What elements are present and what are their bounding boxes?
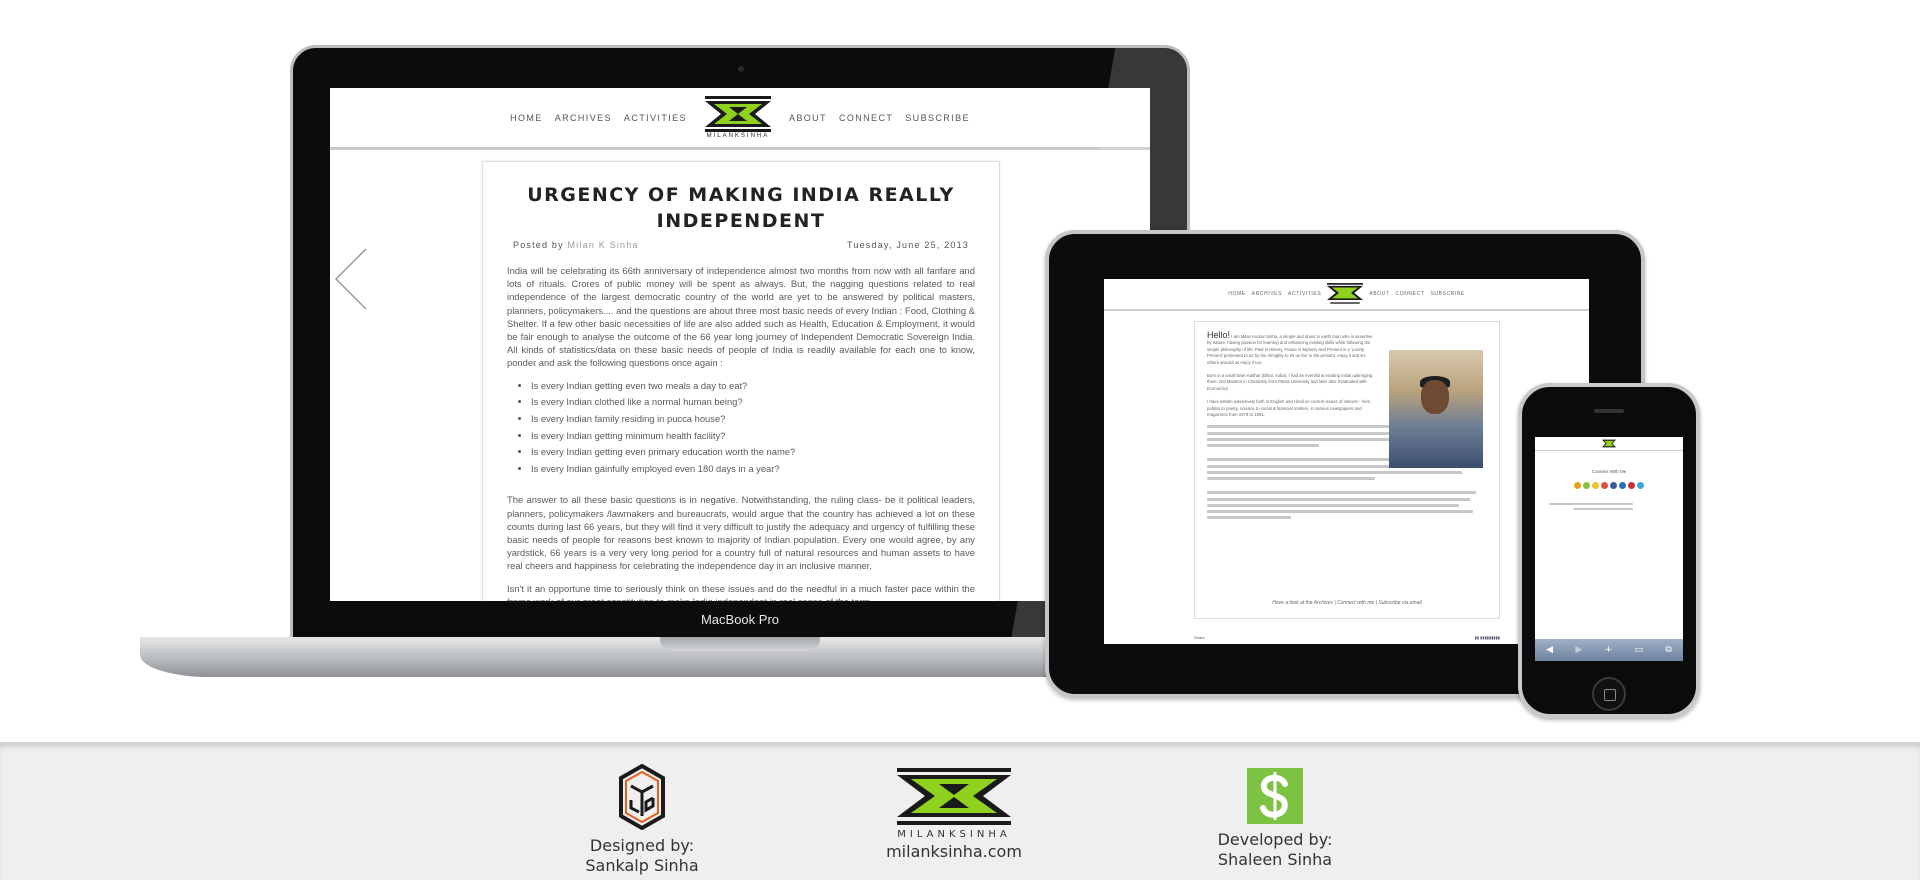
browser-toolbar: ◀ ▶ + ▭ ⧉ [1535,639,1683,661]
photo-face [1421,380,1449,414]
laptop-camera [738,66,744,72]
tablet-screen: HOME ARCHIVES ACTIVITIES ABOUT CONNECT S… [1104,279,1589,644]
social-icon[interactable] [1601,482,1608,489]
profile-photo [1389,350,1483,468]
question-item: Is every Indian family residing in pucca… [531,412,975,425]
phone-speaker [1594,409,1624,413]
cube-logo-icon [619,764,665,830]
social-icon[interactable] [1610,482,1617,489]
tablet-nav-subscribe[interactable]: SUBSCRIBE [1430,291,1464,297]
milanksinha-logo-icon [704,96,771,132]
site-navigation: HOME ARCHIVES ACTIVITIES MILANKSINHA ABO… [330,88,1150,150]
tabs-icon[interactable]: ⧉ [1665,645,1671,655]
question-item: Is every Indian getting even two meals a… [531,379,975,392]
phone-navigation [1535,437,1683,451]
social-icons [1535,482,1683,489]
post-date: Tuesday, June 25, 2013 [847,240,969,250]
post-paragraph-3: Isn't it an opportune time to seriously … [507,582,975,601]
post-title: URGENCY OF MAKING INDIA REALLY INDEPENDE… [527,184,955,232]
phone-frame: Connect With Me ◀ ▶ + ▭ ⧉ [1518,383,1700,718]
question-item: Is every Indian getting minimum health f… [531,429,975,442]
question-list: Is every Indian getting even two meals a… [531,379,975,476]
logo-wordmark: MILANKSINHA [706,133,770,139]
post-meta: Posted by Milan K Sinha Tuesday, June 25… [513,240,969,250]
developer-name: Shaleen Sinha [1217,850,1333,869]
post-paragraph-1: India will be celebrating its 66th anniv… [507,265,975,369]
about-footer-links[interactable]: Have a look at the Archives | Connect wi… [1195,600,1499,606]
tablet-nav-about[interactable]: ABOUT [1369,291,1389,297]
post-author-link[interactable]: Milan K Sinha [568,240,639,250]
designer-name: Sankalp Sinha [585,856,699,875]
phone-screen: Connect With Me ◀ ▶ + ▭ ⧉ [1535,437,1683,661]
post-paragraph-2: The answer to all these basic questions … [507,494,975,572]
nav-archives[interactable]: ARCHIVES [555,113,612,123]
nav-subscribe[interactable]: SUBSCRIBE [905,113,970,123]
designer-label: Designed by: [589,836,695,855]
developer-credit: Developed by: Shaleen Sinha [1205,768,1345,870]
question-item: Is every Indian clothed like a normal hu… [531,395,975,408]
about-intro-text: I am Milan Kumar Sinha, a simple and dow… [1207,334,1373,365]
social-icon[interactable] [1619,482,1626,489]
tablet-nav-home[interactable]: HOME [1228,291,1245,297]
post-author-prefix: Posted by [513,240,564,250]
designer-credit: Designed by: Sankalp Sinha [572,764,712,876]
back-icon[interactable]: ◀ [1546,645,1553,655]
question-item: Is every Indian getting even primary edu… [531,445,975,458]
about-intro: Hello! I am Milan Kumar Sinha, a simple … [1207,330,1375,366]
chevron-left-icon[interactable] [334,248,368,310]
social-icon[interactable] [1592,482,1599,489]
about-writing: I have written extensively both in Engli… [1207,399,1371,418]
like-button[interactable]: ▮▮ ▮▮▮▮▮▮▮▮▮ [1475,635,1500,640]
site-url[interactable]: milanksinha.com [880,842,1028,862]
site-credit: MILANKSINHA milanksinha.com [880,768,1028,862]
milanksinha-logo-icon[interactable] [1602,439,1616,448]
nav-activities[interactable]: ACTIVITIES [624,113,687,123]
social-icon[interactable] [1583,482,1590,489]
credits-footer: Designed by: Sankalp Sinha MILANKSINHA m… [0,742,1920,880]
social-icon[interactable] [1574,482,1581,489]
social-icon[interactable] [1637,482,1644,489]
tablet-nav-activities[interactable]: ACTIVITIES [1288,291,1321,297]
milanksinha-logo-icon[interactable] [1327,283,1364,305]
tablet-navigation: HOME ARCHIVES ACTIVITIES ABOUT CONNECT S… [1104,279,1589,311]
bookmarks-icon[interactable]: ▭ [1635,645,1644,655]
share-bar: Share ▮▮ ▮▮▮▮▮▮▮▮▮ [1194,632,1500,642]
question-item: Is every Indian gainfully employed even … [531,462,975,475]
about-card: Hello! I am Milan Kumar Sinha, a simple … [1194,321,1500,619]
site-logo[interactable]: MILANKSINHA [704,96,771,139]
forward-icon[interactable]: ▶ [1575,645,1582,655]
phone-page-title: Connect With Me [1591,469,1627,474]
add-icon[interactable]: + [1605,645,1613,655]
home-button[interactable] [1592,677,1626,711]
tablet-nav-connect[interactable]: CONNECT [1396,291,1425,297]
share-button[interactable]: Share [1194,635,1205,640]
s-logo-icon [1247,768,1303,824]
social-icon[interactable] [1628,482,1635,489]
post-body: India will be celebrating its 66th anniv… [507,264,975,601]
milanksinha-logo-icon [897,768,1011,825]
about-hello: Hello! [1207,330,1231,340]
nav-about[interactable]: ABOUT [789,113,827,123]
site-logo-wordmark: MILANKSINHA [897,829,1011,840]
tablet-nav-archives[interactable]: ARCHIVES [1252,291,1282,297]
laptop-screen: HOME ARCHIVES ACTIVITIES MILANKSINHA ABO… [330,88,1150,601]
post-author-line: Posted by Milan K Sinha [513,240,639,250]
laptop-notch [660,637,820,651]
nav-home[interactable]: HOME [510,113,543,123]
developer-label: Developed by: [1217,830,1333,849]
blog-post: URGENCY OF MAKING INDIA REALLY INDEPENDE… [482,161,1000,601]
about-born: Born in a small town Katihar (Bihar, Ind… [1207,373,1373,391]
nav-connect[interactable]: CONNECT [839,113,893,123]
